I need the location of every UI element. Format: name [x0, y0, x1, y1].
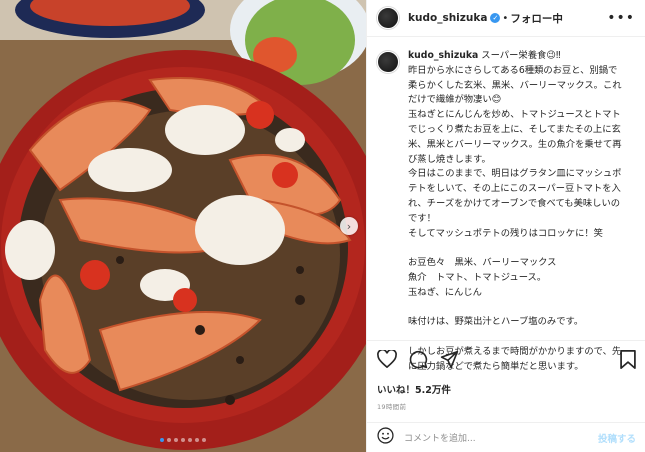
- caption-line: スーパー栄養食😉‼: [481, 50, 561, 61]
- post-photo[interactable]: ›: [0, 0, 366, 452]
- caption-line: です！: [408, 212, 436, 224]
- caption-line: でじっくり煮たお豆を上に、そしてまたその上に玄: [408, 123, 621, 135]
- carousel-dot: [188, 438, 192, 442]
- caption-line: 魚介 トマト、トマトジュース。: [408, 271, 547, 283]
- post-header: kudo_shizuka ✓ • フォロー中 •••: [367, 0, 645, 37]
- caption-line: 米、黒米とバーリーマックス。生の魚介を乗せて再: [408, 138, 622, 150]
- verified-badge-icon: ✓: [490, 13, 501, 23]
- caption-line: 昨日から水にさらしてある6種類のお豆と、別鍋で: [408, 64, 618, 76]
- likes-count[interactable]: いいね！5.2万件: [377, 382, 636, 396]
- comment-bar: コメントを追加... 投稿する: [367, 422, 645, 452]
- caption-line: だけで繊維が物凄い😊: [408, 94, 502, 106]
- caption-body: kudo_shizuka スーパー栄養食😉‼ 昨日から水にさらしてある6種類のお…: [408, 49, 638, 372]
- carousel-dot: [195, 438, 199, 442]
- carousel-dot: [167, 438, 171, 442]
- caption-line: 玉ねぎ、にんじん: [408, 286, 482, 298]
- post-comment-button[interactable]: 投稿する: [598, 431, 636, 445]
- next-slide-button[interactable]: ›: [340, 217, 358, 235]
- carousel-dot: [181, 438, 185, 442]
- caption-line: そしてマッシュポテトの残りはコロッケに！笑: [408, 227, 603, 239]
- caption-line: 味付けは、野菜出汁とハーブ塩のみです。: [408, 316, 584, 328]
- heart-icon[interactable]: [377, 348, 397, 372]
- bookmark-icon[interactable]: [620, 349, 636, 373]
- caption: kudo_shizuka スーパー栄養食😉‼ 昨日から水にさらしてある6種類のお…: [377, 49, 639, 372]
- share-icon[interactable]: [440, 350, 459, 373]
- action-bar: いいね！5.2万件 19時間前: [367, 340, 645, 411]
- caption-line: 今日はこのままで、明日はグラタン皿にマッシュポ: [408, 168, 622, 180]
- caption-line: 玉ねぎとにんじんを炒め、トマトジュースとトマト: [408, 109, 621, 121]
- post-side-panel: kudo_shizuka ✓ • フォロー中 ••• kudo_shizuka …: [366, 0, 645, 452]
- caption-line: び蒸し焼きします。: [408, 153, 491, 165]
- follow-status-button[interactable]: フォロー中: [510, 11, 563, 26]
- comment-input[interactable]: コメントを追加...: [404, 431, 598, 444]
- caption-line: テトをしいて、その上にこのスーパー豆トマトを入: [408, 183, 621, 195]
- carousel-indicator: [0, 438, 366, 442]
- caption-avatar[interactable]: [377, 51, 399, 73]
- caption-line: れ、チーズをかけてオーブンで食べても美味しいの: [408, 197, 621, 209]
- avatar[interactable]: [377, 7, 399, 29]
- carousel-dot: [202, 438, 206, 442]
- post-timestamp[interactable]: 19時間前: [377, 401, 636, 411]
- caption-line: お豆色々 黒米、バーリーマックス: [408, 257, 557, 269]
- food-image: [0, 0, 366, 452]
- separator-dot: •: [502, 12, 509, 24]
- emoji-icon[interactable]: [377, 427, 394, 448]
- more-options-icon[interactable]: •••: [607, 10, 635, 26]
- carousel-dot: [160, 438, 164, 442]
- caption-line: 柔らかくした玄米、黒米、バーリーマックス。これ: [408, 79, 622, 91]
- carousel-dot: [174, 438, 178, 442]
- header-username[interactable]: kudo_shizuka: [408, 12, 487, 24]
- caption-username[interactable]: kudo_shizuka: [408, 50, 478, 61]
- comment-icon[interactable]: [409, 350, 428, 373]
